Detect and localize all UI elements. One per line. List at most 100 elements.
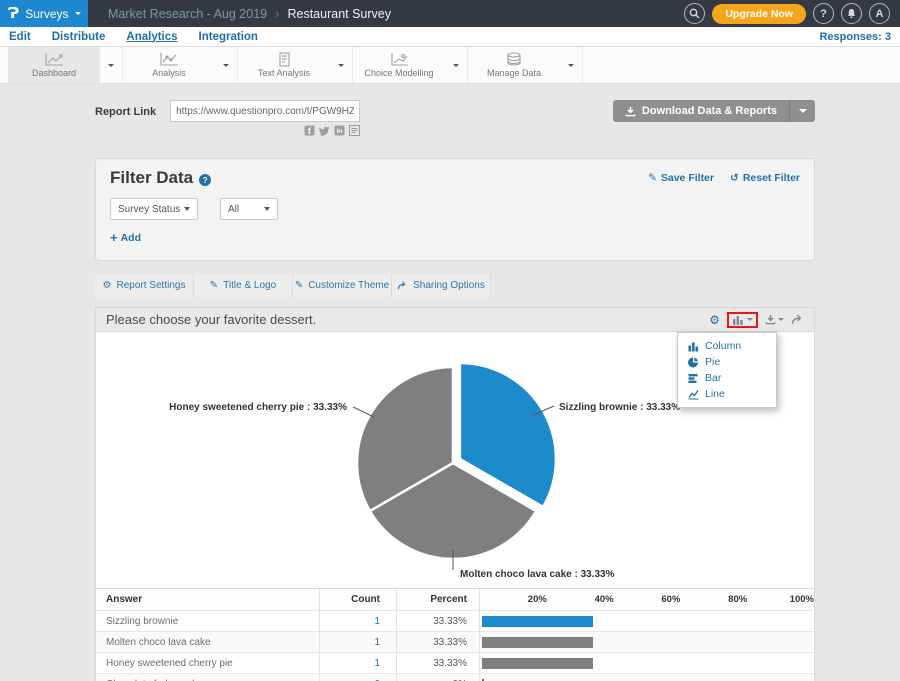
question-share-button[interactable] — [791, 314, 804, 325]
main-nav: Edit Distribute Analytics Integration Re… — [0, 27, 900, 47]
pie-label-sizzling: Sizzling brownie : 33.33% — [559, 402, 680, 413]
share-icon — [397, 281, 408, 290]
header-scale: 20% 40% 60% 80% 100% — [479, 589, 814, 610]
answer-cell: Molten choco lava cake — [96, 632, 319, 652]
question-panel-header: Please choose your favorite dessert. ⚙ — [96, 308, 814, 332]
twitter-icon[interactable] — [319, 125, 330, 136]
menu-item-bar[interactable]: Bar — [678, 370, 776, 386]
scale-tick: 60% — [614, 589, 681, 610]
avatar[interactable]: A — [869, 3, 890, 24]
nav-distribute[interactable]: Distribute — [52, 31, 106, 43]
download-data-reports-button[interactable]: Download Data & Reports — [613, 105, 789, 117]
notifications-button[interactable] — [841, 3, 862, 24]
dashboard-dropdown-caret[interactable] — [100, 47, 122, 83]
toolbar-item-choice-modelling: Choice Modelling — [353, 47, 468, 83]
toolbar-label: Manage Data — [487, 68, 541, 78]
upgrade-now-button[interactable]: Upgrade Now — [712, 4, 806, 24]
tab-report-settings[interactable]: ⚙ Report Settings — [95, 274, 194, 297]
pencil-icon: ✎ — [210, 280, 218, 291]
menu-item-pie[interactable]: Pie — [678, 354, 776, 370]
table-row: Chocolate fudge cake 0 0% — [96, 674, 814, 681]
nav-integration[interactable]: Integration — [199, 31, 258, 43]
percent-cell: 33.33% — [396, 653, 479, 673]
count-link[interactable]: 1 — [374, 616, 380, 627]
toolbar-item-text-analysis: Text Analysis — [238, 47, 353, 83]
top-header: Ɂ Surveys Market Research - Aug 2019 › R… — [0, 0, 900, 27]
gear-icon: ⚙ — [103, 280, 112, 291]
results-table: Answer Count Percent 20% 40% 60% 80% 100… — [96, 588, 814, 681]
responses-count[interactable]: Responses: 3 — [819, 31, 900, 43]
tab-customize-theme[interactable]: ✎ Customize Theme — [293, 274, 392, 297]
column-chart-icon — [688, 341, 699, 352]
filter-data-panel: Filter Data ? ✎ Save Filter ↺ Reset Filt… — [95, 158, 815, 261]
percent-cell: 33.33% — [396, 611, 479, 631]
survey-status-value-select[interactable]: All — [220, 198, 278, 220]
filter-help-icon[interactable]: ? — [199, 174, 211, 186]
tab-title-logo[interactable]: ✎ Title & Logo — [194, 274, 293, 297]
facebook-icon[interactable]: f — [304, 125, 315, 136]
search-button[interactable] — [684, 3, 705, 24]
menu-item-line[interactable]: Line — [678, 386, 776, 402]
scale-tick: 40% — [547, 589, 614, 610]
header-count: Count — [319, 589, 396, 610]
analysis-button[interactable]: Analysis — [123, 47, 215, 83]
choice-modelling-button[interactable]: Choice Modelling — [353, 47, 445, 83]
search-icon — [689, 8, 700, 19]
question-settings-button[interactable]: ⚙ — [709, 313, 720, 327]
breadcrumb-parent[interactable]: Market Research - Aug 2019 — [108, 7, 267, 21]
choice-modelling-icon — [387, 52, 411, 67]
help-button[interactable]: ? — [813, 3, 834, 24]
surveys-menu[interactable]: Ɂ Surveys — [0, 0, 88, 27]
add-filter-button[interactable]: + Add — [110, 230, 141, 245]
report-link-input[interactable] — [170, 100, 360, 122]
text-analysis-dropdown-caret[interactable] — [330, 47, 352, 83]
chart-type-button-highlighted[interactable] — [727, 312, 758, 328]
table-row: Honey sweetened cherry pie 1 33.33% — [96, 653, 814, 674]
count-link[interactable]: 1 — [374, 637, 380, 648]
nav-analytics[interactable]: Analytics — [126, 31, 177, 43]
download-label: Download Data & Reports — [642, 105, 777, 117]
analysis-dropdown-caret[interactable] — [215, 47, 237, 83]
download-dropdown-caret[interactable] — [789, 100, 815, 122]
download-icon — [765, 314, 776, 325]
svg-text:in: in — [337, 128, 343, 135]
database-icon — [502, 52, 526, 67]
question-title: Please choose your favorite dessert. — [106, 312, 316, 327]
choice-modelling-dropdown-caret[interactable] — [445, 47, 467, 83]
count-link[interactable]: 1 — [374, 658, 380, 669]
menu-item-column[interactable]: Column — [678, 338, 776, 354]
manage-data-dropdown-caret[interactable] — [560, 47, 582, 83]
line-chart-icon — [688, 389, 699, 400]
undo-icon: ↺ — [730, 172, 739, 184]
analysis-chart-icon — [157, 52, 181, 67]
header-answer: Answer — [96, 589, 319, 610]
chevron-down-icon — [747, 318, 753, 321]
pencil-icon: ✎ — [295, 280, 303, 291]
survey-status-select[interactable]: Survey Status — [110, 198, 198, 220]
chevron-down-icon — [264, 207, 270, 211]
plus-icon: + — [110, 230, 118, 245]
embed-icon[interactable] — [349, 125, 360, 136]
question-report-panel: Please choose your favorite dessert. ⚙ — [95, 307, 815, 681]
text-analysis-button[interactable]: Text Analysis — [238, 47, 330, 83]
save-filter-button[interactable]: ✎ Save Filter — [648, 172, 714, 184]
dashboard-button[interactable]: Dashboard — [8, 47, 100, 83]
linkedin-icon[interactable]: in — [334, 125, 345, 136]
pie-label-molten: Molten choco lava cake : 33.33% — [460, 569, 615, 580]
answer-cell: Sizzling brownie — [96, 611, 319, 631]
tab-sharing-options[interactable]: Sharing Options — [392, 274, 491, 297]
question-download-button[interactable] — [765, 314, 784, 325]
result-bar — [482, 637, 593, 648]
pie-label-honey: Honey sweetened cherry pie : 33.33% — [169, 402, 347, 413]
reset-filter-button[interactable]: ↺ Reset Filter — [730, 172, 800, 184]
questionpro-logo-icon: Ɂ — [7, 6, 19, 21]
product-label: Surveys — [25, 7, 68, 21]
column-chart-icon — [732, 315, 744, 325]
breadcrumb-current: Restaurant Survey — [287, 7, 391, 21]
pencil-icon: ✎ — [648, 172, 657, 184]
answer-cell: Chocolate fudge cake — [96, 674, 319, 681]
nav-edit[interactable]: Edit — [9, 31, 31, 43]
analytics-toolbar: Dashboard Analysis Text Analysis Choice … — [0, 47, 900, 84]
manage-data-button[interactable]: Manage Data — [468, 47, 560, 83]
answer-cell: Honey sweetened cherry pie — [96, 653, 319, 673]
